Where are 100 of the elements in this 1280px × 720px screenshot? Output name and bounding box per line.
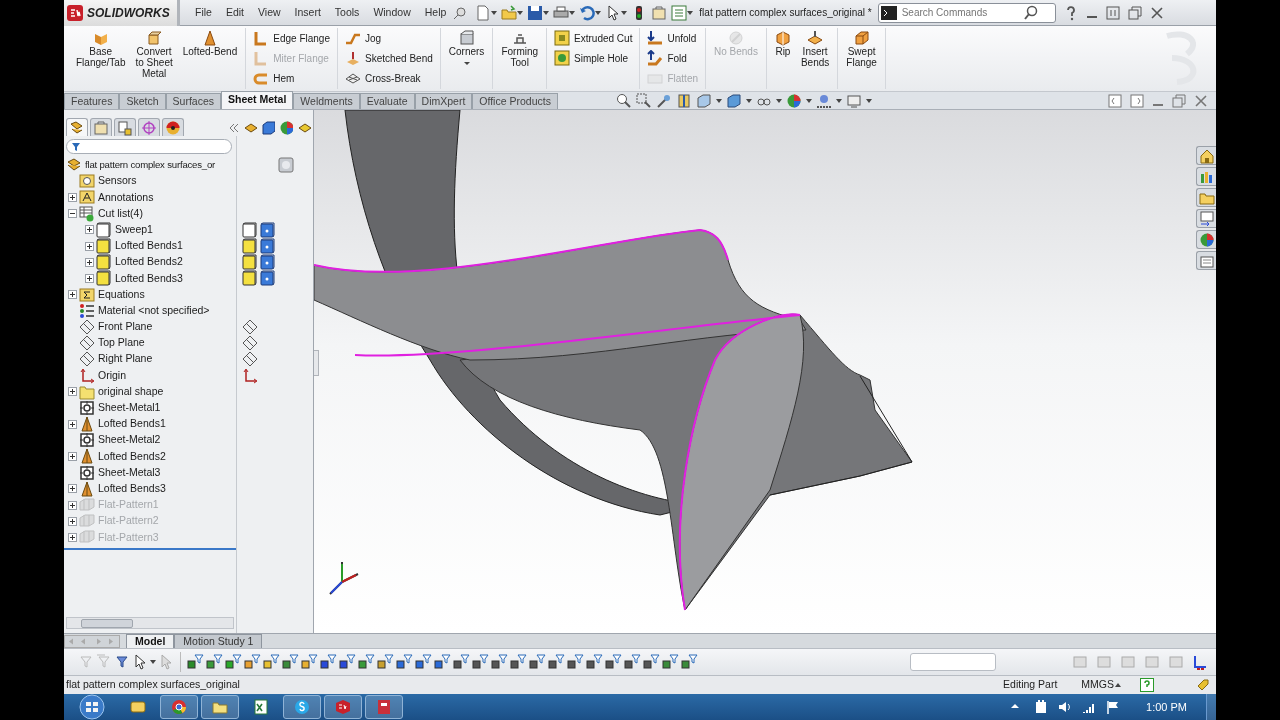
- expander-icon[interactable]: [68, 516, 77, 526]
- expander-icon[interactable]: [68, 419, 77, 429]
- start-button-icon[interactable]: [78, 694, 106, 720]
- menu-item[interactable]: View: [251, 4, 288, 21]
- expander-icon[interactable]: [68, 192, 77, 202]
- ribbon-button[interactable]: Convert to Sheet Metal: [132, 28, 176, 89]
- document-tab[interactable]: Model: [126, 634, 175, 648]
- tree-item[interactable]: Lofted Bends3: [95, 480, 166, 497]
- command-tab[interactable]: Sheet Metal: [221, 91, 294, 109]
- expander-icon[interactable]: [68, 484, 77, 494]
- command-tab[interactable]: Surfaces: [165, 93, 221, 109]
- filter-icon[interactable]: [643, 654, 660, 670]
- taskbar-button[interactable]: [283, 695, 321, 719]
- tree-item[interactable]: Sheet-Metal2: [95, 432, 161, 449]
- caret-icon[interactable]: [150, 660, 156, 664]
- expander-icon[interactable]: [68, 500, 77, 510]
- axis-icon[interactable]: [1192, 654, 1208, 670]
- filter-icon[interactable]: [396, 654, 413, 670]
- tag-icon[interactable]: [1196, 678, 1210, 692]
- filter-icon[interactable]: [529, 654, 546, 670]
- command-tab[interactable]: Weldments: [293, 93, 360, 109]
- command-tab[interactable]: Office Products: [472, 93, 558, 109]
- filter-icon[interactable]: [510, 654, 527, 670]
- panel-tab[interactable]: [114, 118, 136, 136]
- tree-item[interactable]: Origin: [95, 367, 126, 384]
- save-button[interactable]: [527, 4, 550, 21]
- tree-item[interactable]: flat pattern complex surfaces_or: [82, 157, 216, 173]
- ribbon-button[interactable]: Swept Flange: [843, 28, 880, 89]
- split-right-icon[interactable]: [1130, 93, 1144, 108]
- custom-properties-tab[interactable]: [1196, 251, 1216, 270]
- filter-icon[interactable]: [206, 654, 223, 670]
- ribbon-button[interactable]: Jog: [342, 28, 435, 48]
- expander-icon[interactable]: [85, 241, 94, 251]
- caret-icon[interactable]: [1114, 681, 1122, 689]
- list-button[interactable]: [671, 4, 694, 21]
- tree-item[interactable]: Front Plane: [95, 319, 153, 335]
- home-tab[interactable]: [1196, 146, 1216, 165]
- appearance-tab[interactable]: [1196, 230, 1216, 249]
- undo-button[interactable]: [579, 4, 602, 21]
- filter-icon[interactable]: [605, 654, 622, 670]
- command-tab[interactable]: Evaluate: [359, 93, 415, 109]
- expander-icon[interactable]: [68, 532, 77, 542]
- filter-icon[interactable]: [415, 654, 432, 670]
- filter-icon[interactable]: [491, 654, 508, 670]
- collapse-icon[interactable]: [229, 123, 239, 133]
- expander-icon[interactable]: [85, 273, 94, 283]
- ribbon-button[interactable]: Sketched Bend: [342, 48, 435, 68]
- filter-icon[interactable]: [114, 654, 130, 670]
- filter-icon[interactable]: [548, 654, 565, 670]
- tree-item[interactable]: Equations: [95, 286, 145, 303]
- caret-icon[interactable]: [745, 98, 752, 103]
- filter-icon[interactable]: [567, 654, 584, 670]
- filter-icon[interactable]: [377, 654, 394, 670]
- ribbon-button[interactable]: Simple Hole: [552, 48, 635, 68]
- restore-icon[interactable]: [1127, 5, 1142, 20]
- filter-icon[interactable]: [624, 654, 641, 670]
- units-selector[interactable]: MMGS: [1081, 677, 1114, 693]
- ribbon-button[interactable]: Edge Flange: [251, 28, 332, 48]
- close-icon[interactable]: [1149, 5, 1164, 20]
- clock[interactable]: 1:00 PM: [1146, 698, 1187, 716]
- expander-icon[interactable]: [85, 225, 94, 235]
- previous-view-icon[interactable]: [655, 92, 672, 109]
- tree-item[interactable]: original shape: [95, 383, 164, 400]
- filter-field[interactable]: [66, 139, 232, 154]
- filter-icon[interactable]: [586, 654, 603, 670]
- caret-icon[interactable]: [715, 98, 722, 103]
- tree-item[interactable]: Right Plane: [95, 351, 153, 368]
- menu-item[interactable]: Window: [366, 4, 418, 21]
- filter-icon[interactable]: [339, 654, 356, 670]
- filter-icon[interactable]: [358, 654, 375, 670]
- appearance-icon[interactable]: [279, 120, 293, 136]
- search-field[interactable]: Search Commands: [899, 4, 1020, 21]
- zoom-area-icon[interactable]: [635, 92, 652, 109]
- menu-item[interactable]: Insert: [287, 4, 328, 21]
- expander-icon[interactable]: [68, 290, 77, 300]
- pin-icon[interactable]: [453, 5, 468, 20]
- tree-item[interactable]: Top Plane: [95, 335, 145, 352]
- ribbon-button[interactable]: Extruded Cut: [552, 28, 635, 48]
- expander-icon[interactable]: [68, 451, 77, 461]
- tree-item[interactable]: Lofted Bends1: [95, 416, 166, 432]
- filter-icon[interactable]: [244, 654, 261, 670]
- split-left-icon[interactable]: [1108, 93, 1122, 108]
- search-box[interactable]: Search Commands: [877, 2, 1056, 23]
- help-icon[interactable]: [1140, 678, 1154, 692]
- print-button[interactable]: [553, 4, 576, 21]
- command-tab[interactable]: DimXpert: [414, 93, 473, 109]
- ribbon-button[interactable]: Corners: [445, 28, 488, 89]
- taskbar-button[interactable]: [201, 695, 239, 719]
- expander-icon[interactable]: [68, 387, 77, 397]
- tree-item[interactable]: Sensors: [95, 173, 137, 190]
- zoom-icon[interactable]: [615, 92, 632, 109]
- filter-icon[interactable]: [472, 654, 489, 670]
- ribbon-button[interactable]: Insert Bends: [797, 28, 833, 89]
- ribbon-button[interactable]: Fold: [645, 48, 700, 68]
- ribbon-button[interactable]: Lofted-Bend: [179, 28, 241, 89]
- caret-icon[interactable]: [775, 98, 782, 103]
- close-icon[interactable]: [1194, 93, 1208, 108]
- filter-icon[interactable]: [187, 654, 204, 670]
- tree-item[interactable]: Lofted Bends2: [95, 448, 166, 465]
- tree-item[interactable]: Sweep1: [112, 221, 153, 238]
